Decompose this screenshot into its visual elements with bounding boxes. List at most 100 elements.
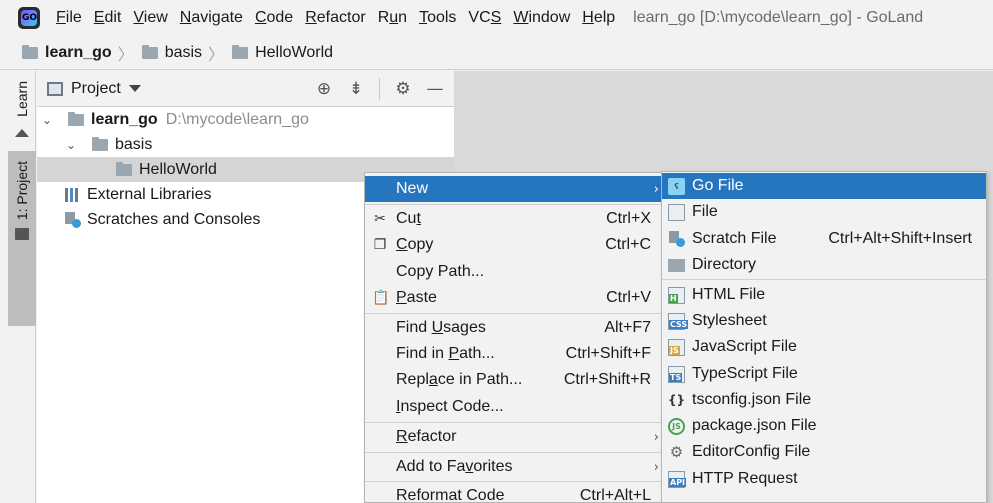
project-tool-button[interactable]: 1: Project	[8, 151, 36, 326]
submenu-item-go-file[interactable]: ʕ Go File	[662, 173, 986, 199]
submenu-item-html-file[interactable]: H HTML File	[662, 282, 986, 308]
expand-arrow-icon[interactable]: ⌄	[42, 113, 54, 127]
folder-icon	[15, 228, 29, 241]
menu-edit[interactable]: Edit	[88, 0, 128, 36]
menu-separator	[365, 452, 663, 453]
menu-item-cut[interactable]: ✂ Cut Ctrl+X	[365, 206, 663, 232]
menu-item-shortcut: Ctrl+X	[606, 210, 651, 227]
caret-down-icon[interactable]	[128, 85, 141, 92]
menu-tools[interactable]: Tools	[413, 0, 462, 36]
submenu-item-stylesheet[interactable]: CSS Stylesheet	[662, 308, 986, 334]
menu-item-label: tsconfig.json File	[692, 391, 812, 408]
menu-item-new[interactable]: New ›	[365, 176, 663, 202]
tree-item-label: Scratches and Consoles	[87, 210, 261, 228]
breadcrumb-label: basis	[164, 43, 203, 61]
project-view-selector[interactable]: Project	[71, 80, 121, 98]
api-file-icon: API	[668, 470, 687, 488]
menu-item-copy-path[interactable]: Copy Path...	[365, 259, 663, 285]
menu-window[interactable]: Window	[507, 0, 576, 36]
menu-item-find-usages[interactable]: Find Usages Alt+F7	[365, 315, 663, 341]
nodejs-icon: JS	[668, 417, 685, 435]
submenu-item-javascript-file[interactable]: JS JavaScript File	[662, 334, 986, 360]
project-view-icon	[47, 81, 63, 96]
menu-item-inspect-code[interactable]: Inspect Code...	[365, 394, 663, 420]
copy-icon: ❐	[373, 237, 387, 253]
hide-panel-icon[interactable]: —	[426, 80, 444, 98]
scissors-icon: ✂	[374, 211, 386, 227]
menu-item-shortcut: Alt+F7	[604, 319, 651, 336]
submenu-item-tsconfig[interactable]: {} tsconfig.json File	[662, 387, 986, 413]
menu-item-shortcut: Ctrl+Shift+R	[563, 371, 651, 388]
collapse-all-icon[interactable]: ⇟	[347, 80, 365, 98]
menu-run[interactable]: Run	[372, 0, 413, 36]
submenu-item-http-request[interactable]: API HTTP Request	[662, 466, 986, 492]
menu-item-paste[interactable]: 📋 Paste Ctrl+V	[365, 285, 663, 311]
menu-item-shortcut: Ctrl+V	[606, 289, 651, 306]
locate-file-icon[interactable]: ⊕	[315, 80, 333, 98]
menu-item-label: TypeScript File	[692, 365, 798, 382]
menu-item-find-in-path[interactable]: Find in Path... Ctrl+Shift+F	[365, 341, 663, 367]
tree-item-basis[interactable]: ⌄ basis	[37, 132, 454, 157]
menu-item-label: Copy	[396, 236, 434, 253]
menu-item-refactor[interactable]: Refactor ›	[365, 424, 663, 450]
submenu-item-scratch-file[interactable]: Scratch File Ctrl+Alt+Shift+Insert	[662, 226, 986, 252]
submenu-item-directory[interactable]: Directory	[662, 252, 986, 278]
folder-icon	[116, 161, 132, 176]
menu-item-copy[interactable]: ❐ Copy Ctrl+C	[365, 232, 663, 258]
submenu-item-package-json[interactable]: JS package.json File	[662, 413, 986, 439]
menu-refactor[interactable]: Refactor	[299, 0, 371, 36]
breadcrumb-item-helloworld[interactable]: HelloWorld	[232, 44, 333, 62]
gear-icon[interactable]: ⚙	[394, 80, 412, 98]
javascript-file-icon: JS	[668, 338, 685, 356]
libraries-icon	[65, 187, 81, 202]
menu-item-reformat-code[interactable]: Reformat Code Ctrl+Alt+L	[365, 483, 663, 503]
graduation-cap-icon	[15, 125, 29, 137]
menu-item-label: Find in Path...	[396, 345, 495, 362]
css-file-icon: CSS	[668, 312, 689, 330]
window-title: learn_go [D:\mycode\learn_go] - GoLand	[633, 9, 924, 26]
breadcrumb: learn_go 〉 basis 〉 HelloWorld	[0, 36, 993, 70]
toolbar-separator	[379, 77, 380, 100]
menu-file[interactable]: File	[50, 0, 88, 36]
breadcrumb-item-basis[interactable]: basis	[141, 43, 203, 62]
chevron-right-icon: 〉	[208, 46, 225, 64]
menu-navigate[interactable]: Navigate	[174, 0, 249, 36]
menu-item-label: Scratch File	[692, 230, 777, 247]
menu-separator	[365, 422, 663, 423]
json-file-icon: {}	[667, 393, 686, 407]
scratch-file-icon	[668, 231, 685, 248]
menu-item-replace-in-path[interactable]: Replace in Path... Ctrl+Shift+R	[365, 367, 663, 393]
menu-item-shortcut: Ctrl+C	[605, 236, 651, 253]
tree-item-label: learn_go	[91, 110, 158, 128]
tree-item-label: HelloWorld	[139, 160, 217, 178]
menu-item-shortcut: Ctrl+Alt+Shift+Insert	[828, 230, 972, 247]
submenu-item-editorconfig[interactable]: ⚙ EditorConfig File	[662, 439, 986, 465]
submenu-item-typescript-file[interactable]: TS TypeScript File	[662, 361, 986, 387]
menu-item-add-to-favorites[interactable]: Add to Favorites ›	[365, 454, 663, 480]
menu-separator	[365, 481, 663, 482]
tree-item-learn-go[interactable]: ⌄ learn_go D:\mycode\learn_go	[37, 107, 454, 132]
menu-item-shortcut: Ctrl+Shift+F	[565, 345, 651, 362]
menu-code[interactable]: Code	[249, 0, 299, 36]
breadcrumb-item-learn-go[interactable]: learn_go	[22, 44, 112, 62]
menu-item-label: Copy Path...	[396, 263, 485, 280]
learn-tool-button[interactable]: Learn	[8, 81, 36, 151]
menu-item-label: HTML File	[692, 286, 766, 303]
menu-help[interactable]: Help	[576, 0, 621, 36]
menu-item-label: Replace in Path...	[396, 371, 523, 388]
menu-item-label: HTTP Request	[692, 470, 798, 487]
menu-item-label: File	[692, 203, 718, 220]
project-tool-label: 1: Project	[14, 161, 30, 221]
expand-arrow-icon[interactable]: ⌄	[66, 138, 78, 152]
submenu-item-file[interactable]: File	[662, 199, 986, 225]
project-panel-header: Project ⊕ ⇟ ⚙ —	[37, 71, 454, 107]
file-icon	[668, 203, 685, 221]
menu-item-label: Cut	[396, 210, 421, 227]
folder-icon	[668, 258, 685, 272]
menu-item-label: Inspect Code...	[396, 398, 504, 415]
menu-vcs[interactable]: VCS	[462, 0, 507, 36]
menu-separator	[365, 204, 663, 205]
gopher-icon: ʕ	[668, 177, 685, 195]
folder-icon	[232, 44, 249, 59]
menu-view[interactable]: View	[127, 0, 173, 36]
